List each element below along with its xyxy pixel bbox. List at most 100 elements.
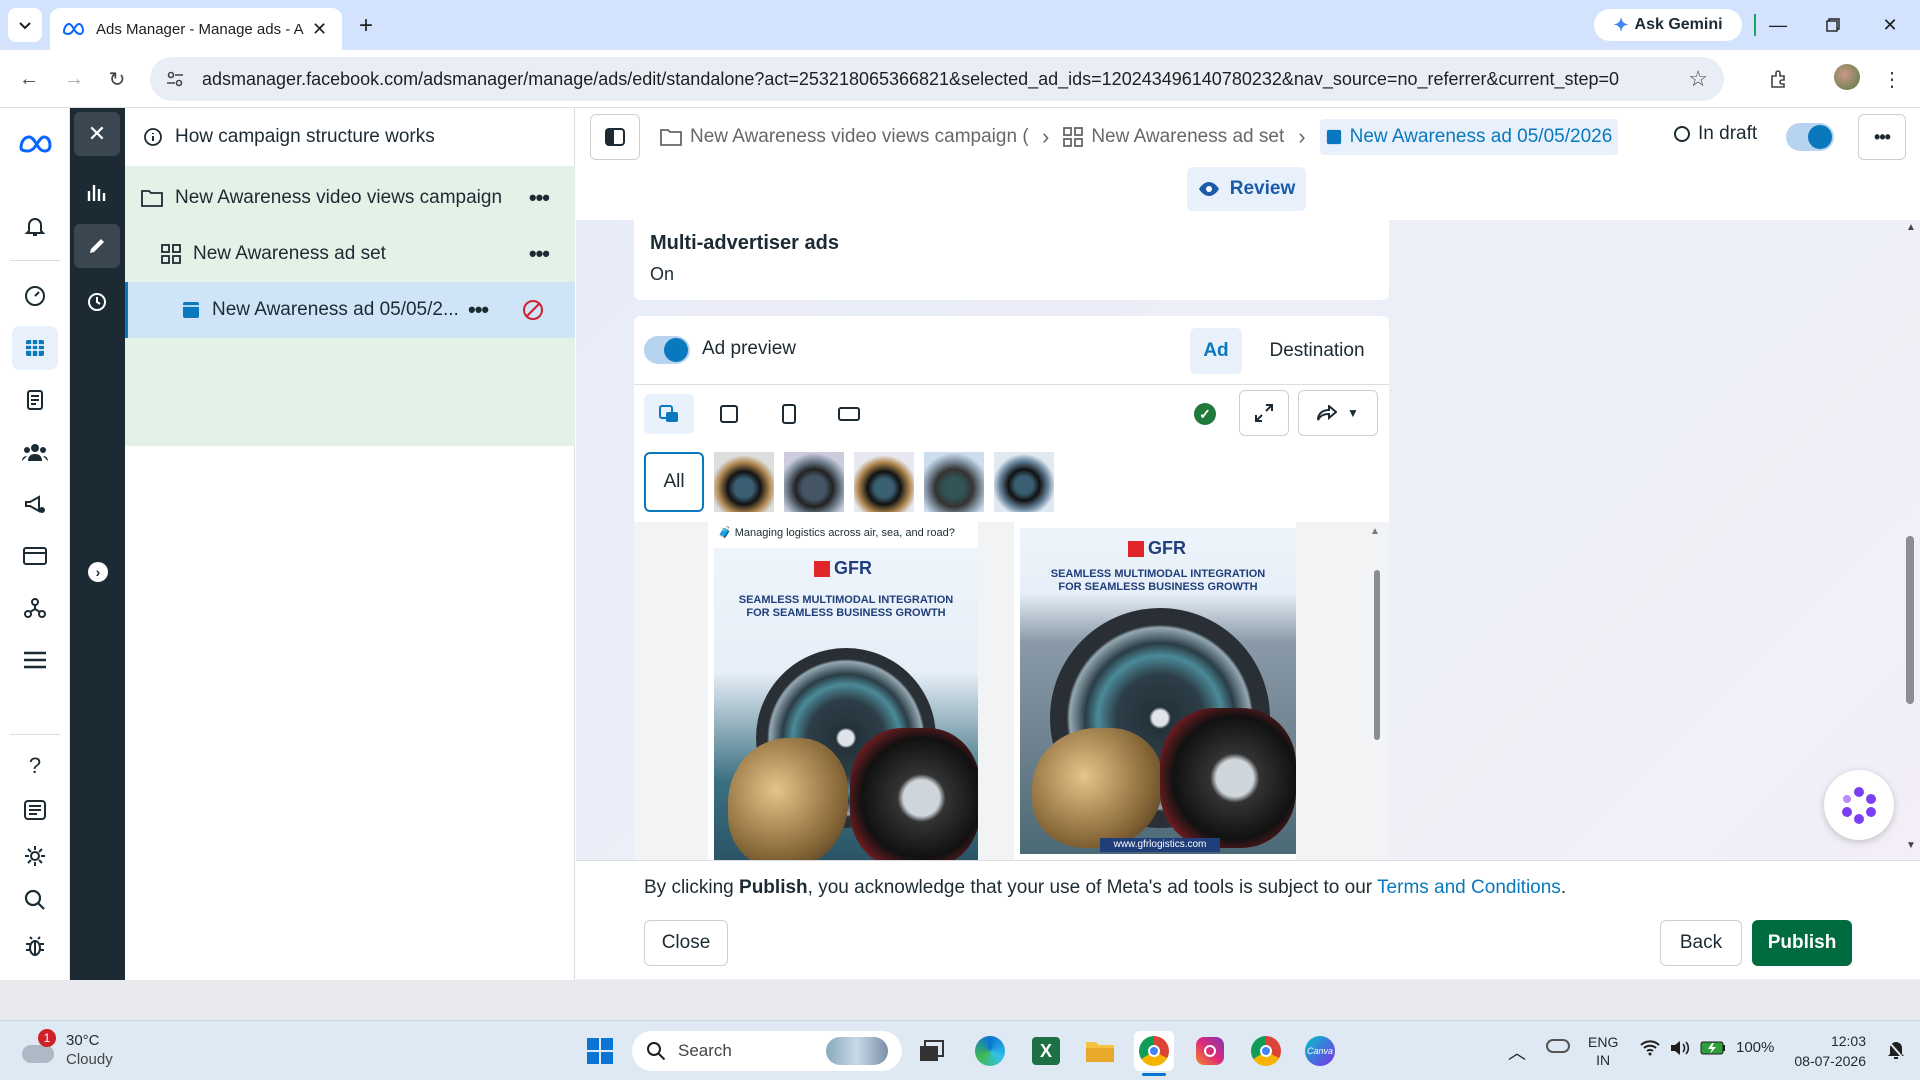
placement-all-icon[interactable] [644,394,694,434]
close-editor-icon[interactable]: ✕ [74,112,120,156]
breadcrumb-ad-active[interactable]: New Awareness ad 05/05/2026 [1319,119,1619,155]
charts-icon[interactable] [74,170,120,214]
edit-pencil-icon[interactable] [74,224,120,268]
propeller-graphic [728,738,848,860]
forward-arrow-icon[interactable]: → [59,64,89,94]
clock[interactable]: 12:03 08-07-2026 [1782,1031,1866,1071]
canva-icon[interactable]: Canva [1300,1031,1340,1071]
close-window-icon[interactable]: ✕ [1872,10,1908,40]
extensions-icon[interactable] [1764,64,1794,94]
taskbar-search[interactable]: Search [632,1031,902,1071]
news-feed-icon[interactable] [12,788,58,832]
creative-thumbnail[interactable] [994,452,1054,512]
ads-manager-table-icon[interactable] [12,326,58,370]
browser-menu-icon[interactable]: ⋮ [1877,64,1907,94]
site-info-icon[interactable] [166,70,184,88]
report-bug-icon[interactable] [12,924,58,968]
share-preview-dropdown[interactable]: ▼ [1298,390,1378,436]
breadcrumb-campaign[interactable]: New Awareness video views campaign ( [690,126,1028,148]
minimize-icon[interactable]: — [1760,10,1796,40]
meta-logo-icon[interactable] [12,122,58,166]
creative-thumbnail[interactable] [714,452,774,512]
language-indicator[interactable]: ENG IN [1588,1033,1618,1069]
search-icon[interactable] [12,878,58,922]
error-prohibited-icon[interactable] [522,299,544,321]
restore-icon[interactable] [1815,10,1851,40]
reload-icon[interactable]: ↻ [102,64,132,94]
main-scroll-up-icon[interactable]: ▲ [1906,222,1916,233]
new-tab-button[interactable]: + [350,10,382,42]
show-hidden-icons-chevron[interactable]: ︿ [1508,1039,1526,1065]
weather-temp: 30°C [66,1032,100,1049]
dashboard-gauge-icon[interactable] [12,274,58,318]
creative-thumbnail[interactable] [854,452,914,512]
file-explorer-icon[interactable] [1080,1031,1120,1071]
help-question-icon[interactable]: ? [12,744,58,788]
chrome-taskbar-icon[interactable] [1134,1031,1174,1071]
tree-adset-label: New Awareness ad set [193,243,386,264]
edge-browser-icon[interactable] [970,1031,1010,1071]
weather-widget[interactable]: 1 30°C Cloudy [20,1029,113,1069]
history-clock-icon[interactable] [74,280,120,324]
review-button[interactable]: Review [1187,167,1306,211]
notification-bell-icon[interactable] [1886,1039,1906,1066]
placement-horizontal-icon[interactable] [824,394,874,434]
placement-vertical-icon[interactable] [764,394,814,434]
all-tools-menu-icon[interactable] [12,638,58,682]
windows-start-icon[interactable] [580,1031,620,1071]
expand-chevron-icon[interactable]: › [88,562,108,582]
notifications-bell-icon[interactable] [12,204,58,248]
more-options-icon[interactable]: ••• [1858,114,1906,160]
task-view-icon[interactable] [912,1031,952,1071]
instagram-icon[interactable] [1190,1031,1230,1071]
creative-thumbnail[interactable] [924,452,984,512]
system-tray[interactable]: 100% [1640,1039,1774,1056]
back-button[interactable]: Back [1660,920,1742,966]
profile-avatar[interactable] [1834,64,1860,90]
terms-link[interactable]: Terms and Conditions [1377,877,1561,898]
back-arrow-icon[interactable]: ← [14,64,44,94]
tab-search-dropdown-icon[interactable] [8,8,42,42]
creative-filter-all[interactable]: All [644,452,704,512]
tree-item-adset[interactable]: New Awareness ad set ••• [125,226,575,282]
ad-enabled-toggle[interactable] [1786,123,1834,151]
campaign-more-icon[interactable]: ••• [529,185,550,211]
chrome-profile-icon[interactable] [1246,1031,1286,1071]
business-network-icon[interactable] [12,586,58,630]
main-scroll-down-icon[interactable]: ▼ [1906,840,1916,851]
ask-gemini-button[interactable]: ✦ Ask Gemini [1594,9,1742,41]
tree-item-ad[interactable]: New Awareness ad 05/05/2... ••• [125,282,575,338]
campaign-tree-panel: How campaign structure works New Awarene… [125,108,575,980]
preview-scrollbar-thumb[interactable] [1374,570,1380,740]
creative-thumbnail[interactable] [784,452,844,512]
campaign-structure-help-link[interactable]: How campaign structure works [125,108,575,166]
browser-tab-active[interactable]: Ads Manager - Manage ads - A ✕ [50,8,342,50]
bookmark-star-icon[interactable]: ☆ [1688,66,1708,92]
close-tab-icon[interactable]: ✕ [312,19,327,40]
adset-more-icon[interactable]: ••• [529,241,550,267]
ad-more-icon[interactable]: ••• [468,297,489,323]
onedrive-cloud-icon[interactable] [1546,1039,1570,1053]
close-button[interactable]: Close [644,920,728,966]
campaign-megaphone-icon[interactable] [12,482,58,526]
ad-preview-toggle[interactable] [644,336,690,364]
campaign-structure-help-label: How campaign structure works [175,126,435,147]
address-bar[interactable]: adsmanager.facebook.com/adsmanager/manag… [150,57,1724,101]
info-icon [144,128,162,146]
pages-icon[interactable] [12,378,58,422]
scroll-up-icon[interactable]: ▲ [1370,526,1380,537]
audiences-people-icon[interactable] [12,430,58,474]
toggle-panel-icon[interactable] [590,114,640,160]
breadcrumb-adset[interactable]: New Awareness ad set [1091,126,1284,148]
publish-button[interactable]: Publish [1752,920,1852,966]
ai-assistant-icon[interactable] [1824,770,1894,840]
tree-item-campaign[interactable]: New Awareness video views campaign ... •… [125,170,575,226]
placement-square-icon[interactable] [704,394,754,434]
billing-card-icon[interactable] [12,534,58,578]
settings-gear-icon[interactable] [12,834,58,878]
tab-ad[interactable]: Ad [1190,328,1242,374]
excel-icon[interactable]: X [1026,1031,1066,1071]
tab-destination[interactable]: Destination [1252,328,1382,374]
expand-preview-icon[interactable] [1239,390,1289,436]
main-scrollbar-thumb[interactable] [1906,536,1914,704]
